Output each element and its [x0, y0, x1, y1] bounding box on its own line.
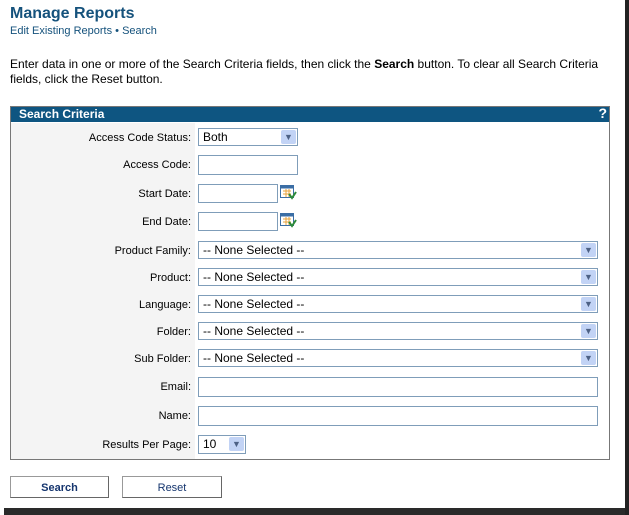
- panel-header: Search Criteria?: [11, 106, 609, 122]
- row-access-code-status: Access Code Status: Both ▼: [11, 128, 609, 150]
- product-select[interactable]: -- None Selected -- ▼: [198, 268, 598, 286]
- window-border-right: [625, 0, 629, 515]
- product-label: Product:: [150, 272, 191, 284]
- page-title: Manage Reports: [10, 5, 135, 22]
- reset-button[interactable]: Reset: [122, 476, 222, 498]
- search-criteria-panel: Search Criteria? Access Code Status: Bot…: [10, 106, 610, 460]
- row-name: Name:: [11, 406, 609, 428]
- instructions-text: Enter data in one or more of the Search …: [10, 57, 375, 71]
- folder-label: Folder:: [156, 326, 191, 338]
- language-label: Language:: [139, 299, 191, 311]
- row-end-date: End Date:: [11, 212, 609, 234]
- chevron-down-icon[interactable]: ▼: [229, 437, 244, 451]
- start-date-label: Start Date:: [138, 188, 191, 200]
- name-label: Name:: [158, 410, 191, 422]
- chevron-down-icon[interactable]: ▼: [581, 297, 596, 311]
- access-code-input[interactable]: [198, 155, 298, 175]
- product-family-label: Product Family:: [114, 245, 191, 257]
- help-icon[interactable]: ?: [598, 106, 607, 121]
- row-email: Email:: [11, 377, 609, 399]
- results-per-page-select[interactable]: 10 ▼: [198, 435, 246, 454]
- instructions: Enter data in one or more of the Search …: [10, 57, 620, 87]
- row-access-code: Access Code:: [11, 155, 609, 177]
- instructions-line2: button.: [126, 72, 163, 86]
- row-start-date: Start Date:: [11, 184, 609, 206]
- product-family-select[interactable]: -- None Selected -- ▼: [198, 241, 598, 259]
- selected-value: -- None Selected --: [203, 243, 305, 257]
- email-label: Email:: [160, 381, 191, 393]
- chevron-down-icon[interactable]: ▼: [281, 130, 296, 144]
- row-product-family: Product Family: -- None Selected -- ▼: [11, 241, 609, 263]
- end-date-label: End Date:: [142, 216, 191, 228]
- calendar-icon[interactable]: [280, 185, 297, 200]
- end-date-input[interactable]: [198, 212, 278, 231]
- breadcrumb: Edit Existing Reports • Search: [10, 25, 157, 37]
- folder-select[interactable]: -- None Selected -- ▼: [198, 322, 598, 340]
- sub-folder-select[interactable]: -- None Selected -- ▼: [198, 349, 598, 367]
- chevron-down-icon[interactable]: ▼: [581, 243, 596, 257]
- selected-value: -- None Selected --: [203, 270, 305, 284]
- row-language: Language: -- None Selected -- ▼: [11, 295, 609, 317]
- instructions-bold: Search: [374, 57, 415, 71]
- chevron-down-icon[interactable]: ▼: [581, 351, 596, 365]
- access-code-status-select[interactable]: Both ▼: [198, 128, 298, 146]
- language-select[interactable]: -- None Selected -- ▼: [198, 295, 598, 313]
- row-results-per-page: Results Per Page: 10 ▼: [11, 435, 609, 457]
- access-code-label: Access Code:: [123, 159, 191, 171]
- selected-value: Both: [203, 130, 228, 144]
- access-code-status-label: Access Code Status:: [88, 132, 191, 144]
- chevron-down-icon[interactable]: ▼: [581, 324, 596, 338]
- chevron-down-icon[interactable]: ▼: [581, 270, 596, 284]
- calendar-icon[interactable]: [280, 213, 297, 228]
- results-per-page-label: Results Per Page:: [102, 439, 191, 451]
- email-input[interactable]: [198, 377, 598, 397]
- name-input[interactable]: [198, 406, 598, 426]
- start-date-input[interactable]: [198, 184, 278, 203]
- selected-value: -- None Selected --: [203, 351, 305, 365]
- selected-value: 10: [203, 437, 217, 451]
- row-folder: Folder: -- None Selected -- ▼: [11, 322, 609, 344]
- window-border-bottom: [4, 508, 625, 515]
- panel-title: Search Criteria: [19, 107, 105, 121]
- row-product: Product: -- None Selected -- ▼: [11, 268, 609, 290]
- row-sub-folder: Sub Folder: -- None Selected -- ▼: [11, 349, 609, 371]
- selected-value: -- None Selected --: [203, 324, 305, 338]
- search-button[interactable]: Search: [10, 476, 109, 498]
- sub-folder-label: Sub Folder:: [134, 353, 191, 365]
- selected-value: -- None Selected --: [203, 297, 305, 311]
